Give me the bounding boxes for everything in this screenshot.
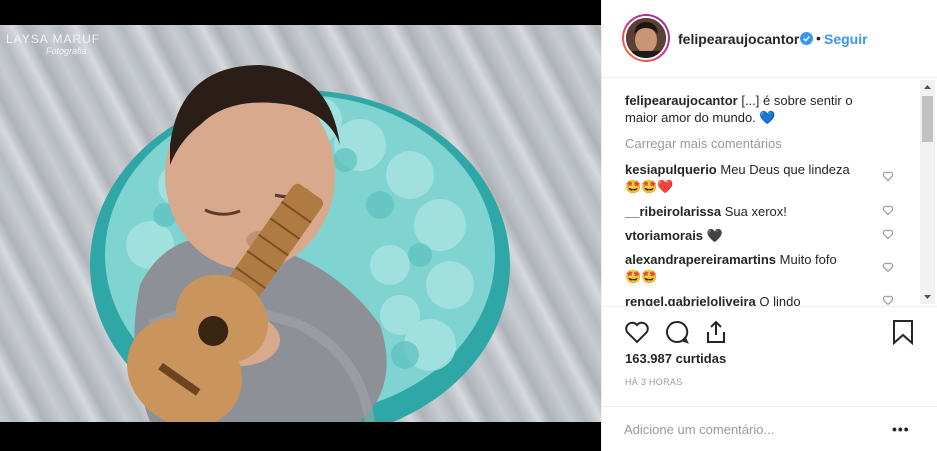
comment-like-heart-icon[interactable]	[882, 170, 894, 182]
comments-scrollbar[interactable]	[920, 80, 935, 304]
comment-username[interactable]: vtoriamorais	[625, 228, 703, 243]
avatar-image	[626, 18, 666, 58]
comment-text: Sua xerox!	[724, 204, 787, 219]
caption-text-line1: [...] é sobre sentir o	[741, 93, 853, 108]
scrollbar-thumb[interactable]	[922, 96, 933, 142]
comment-text-line2: 🤩🤩	[625, 269, 658, 284]
post-header: felipearaujocantor • Seguir	[602, 0, 937, 78]
post-media-pane: LAYSA MARUF Fotografia	[0, 0, 601, 451]
list-item: alexandrapereiramartins Muito fofo 🤩🤩	[625, 251, 895, 285]
post-timestamp[interactable]: HÁ 3 HORAS	[625, 377, 683, 387]
share-icon[interactable]	[703, 319, 729, 345]
comment-text: 🖤	[706, 228, 723, 243]
comment-like-heart-icon[interactable]	[882, 261, 894, 273]
caption: felipearaujocantor [...] é sobre sentir …	[625, 92, 895, 126]
comment-username[interactable]: alexandrapereiramartins	[625, 252, 776, 267]
post-actions: 163.987 curtidas HÁ 3 HORAS	[602, 306, 937, 406]
add-comment-bar: •••	[602, 406, 937, 451]
watermark-sub: Fotografia	[46, 46, 87, 56]
list-item: kesiapulquerio Meu Deus que lindeza 🤩🤩❤️	[625, 161, 895, 195]
comment-username[interactable]: kesiapulquerio	[625, 162, 717, 177]
load-more-comments-button[interactable]: Carregar mais comentários	[625, 136, 782, 151]
avatar[interactable]	[624, 16, 668, 60]
header-username[interactable]: felipearaujocantor	[678, 31, 799, 47]
scroll-up-arrow-icon[interactable]	[920, 80, 935, 95]
comment-username[interactable]: __ribeirolarissa	[625, 204, 721, 219]
caption-text-line2: maior amor do mundo. 💙	[625, 110, 776, 125]
comments-list: felipearaujocantor [...] é sobre sentir …	[602, 79, 922, 307]
photo-illustration	[90, 65, 510, 422]
bookmark-icon[interactable]	[890, 319, 916, 345]
header-separator: •	[816, 30, 821, 46]
comment-like-heart-icon[interactable]	[882, 294, 894, 306]
comment-input[interactable]	[624, 419, 884, 439]
comment-like-heart-icon[interactable]	[882, 228, 894, 240]
comment-text-line2: 🤩🤩❤️	[625, 179, 674, 194]
follow-button[interactable]: Seguir	[824, 31, 868, 47]
watermark-name: LAYSA MARUF	[6, 32, 101, 46]
list-item: __ribeirolarissa Sua xerox!	[625, 203, 895, 220]
caption-username[interactable]: felipearaujocantor	[625, 93, 738, 108]
list-item: vtoriamorais 🖤	[625, 227, 895, 244]
photographer-watermark: LAYSA MARUF Fotografia	[6, 33, 100, 57]
likes-count[interactable]: 163.987 curtidas	[625, 351, 726, 366]
post-side-panel: felipearaujocantor • Seguir felipearaujo…	[601, 0, 937, 451]
verified-badge-icon	[800, 32, 813, 45]
comment-text: Muito fofo	[779, 252, 837, 267]
avatar-story-ring[interactable]	[622, 14, 670, 62]
list-item: rengel.gabrieloliveira Q lindo	[625, 293, 895, 307]
heart-icon[interactable]	[624, 319, 650, 345]
comment-icon[interactable]	[664, 319, 690, 345]
comment-text: Meu Deus que lindeza	[720, 162, 850, 177]
post-photo[interactable]: LAYSA MARUF Fotografia	[0, 25, 601, 422]
more-options-icon[interactable]: •••	[892, 421, 910, 437]
comment-like-heart-icon[interactable]	[882, 204, 894, 216]
scroll-down-arrow-icon[interactable]	[920, 289, 935, 304]
